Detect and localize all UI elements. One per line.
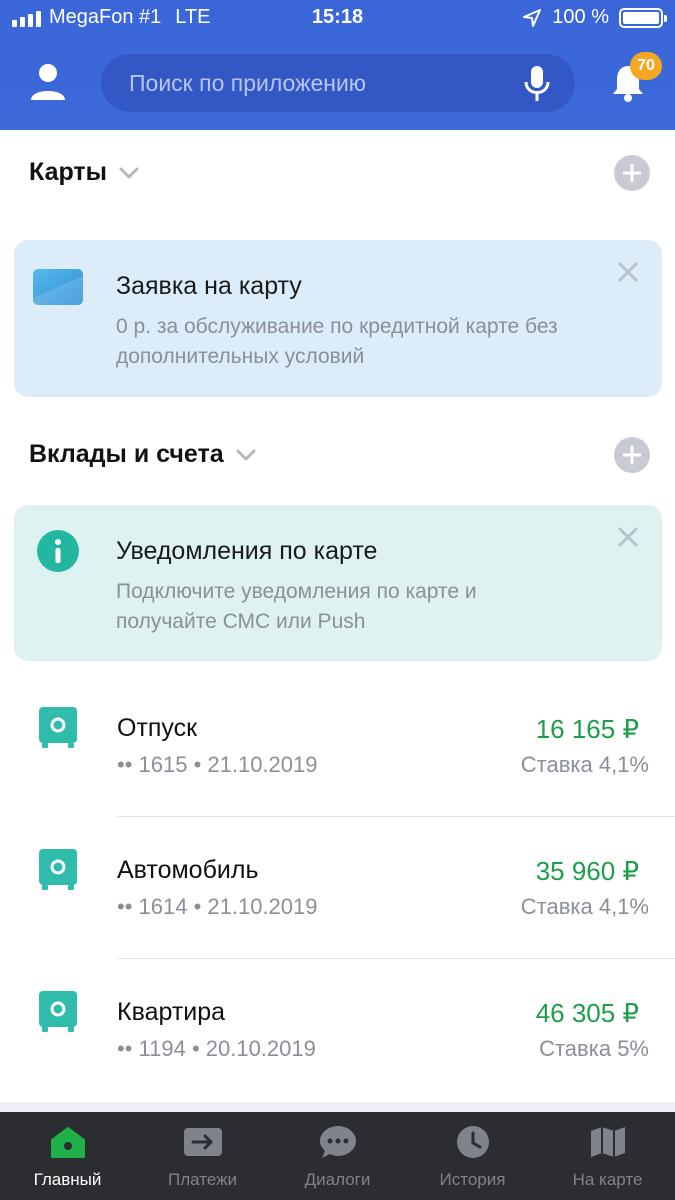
person-icon: [31, 64, 65, 100]
bottom-tab-bar: Главный Платежи Диалоги История На карте: [0, 1112, 675, 1200]
location-arrow-icon: [523, 8, 542, 27]
profile-button[interactable]: [28, 62, 68, 102]
card-application-banner[interactable]: Заявка на карту 0 р. за обслуживание по …: [14, 240, 662, 397]
deposit-name: Отпуск: [117, 714, 198, 742]
close-notifications-banner-button[interactable]: [616, 525, 640, 549]
notifications-badge: 70: [630, 52, 662, 80]
tab-label: На карте: [572, 1170, 643, 1189]
deposit-name: Квартира: [117, 998, 226, 1026]
divider: [117, 816, 675, 817]
close-icon: [618, 262, 638, 282]
deposit-rate: Ставка 4,1%: [520, 752, 649, 777]
add-card-button[interactable]: [614, 155, 650, 191]
deposit-row[interactable]: Отпуск •• 1615 • 21.10.2019 16 165 ₽ Ста…: [0, 700, 675, 842]
transfer-icon: [183, 1128, 222, 1156]
divider: [117, 958, 675, 959]
clock-icon: [456, 1126, 489, 1158]
deposit-meta: •• 1194 • 20.10.2019: [117, 1036, 316, 1061]
search-placeholder: Поиск по приложению: [129, 70, 367, 96]
safe-icon: [39, 991, 77, 1032]
credit-card-icon: [33, 269, 83, 305]
chevron-down-icon: [119, 167, 139, 178]
deposit-rate: Ставка 4,1%: [520, 894, 649, 919]
deposit-rate: Ставка 5%: [539, 1036, 649, 1061]
card-notifications-title: Уведомления по карте: [116, 537, 378, 565]
card-application-text: 0 р. за обслуживание по кредитной карте …: [116, 315, 558, 368]
deposit-amount: 35 960 ₽: [535, 856, 639, 886]
close-card-banner-button[interactable]: [616, 260, 640, 284]
deposit-name: Автомобиль: [117, 856, 259, 884]
tab-label: Главный: [33, 1170, 102, 1189]
tab-home[interactable]: Главный: [0, 1112, 135, 1200]
info-icon: [37, 530, 79, 572]
search-input[interactable]: Поиск по приложению: [101, 54, 575, 112]
deposit-meta: •• 1614 • 21.10.2019: [117, 894, 318, 919]
deposit-amount: 46 305 ₽: [535, 998, 639, 1028]
app-header: MegaFon #1 LTE 15:18 100 % Поиск по прил…: [0, 0, 675, 130]
tab-history[interactable]: История: [405, 1112, 540, 1200]
tab-label: Платежи: [168, 1170, 237, 1189]
battery-icon: [619, 7, 667, 28]
deposits-section-title: Вклады и счета: [29, 440, 224, 468]
battery-percent: 100 %: [552, 6, 609, 28]
deposit-amount: 16 165 ₽: [535, 714, 639, 744]
tab-payments[interactable]: Платежи: [135, 1112, 270, 1200]
tab-dialogs[interactable]: Диалоги: [270, 1112, 405, 1200]
status-right: 100 %: [522, 6, 667, 29]
microphone-icon: [524, 66, 550, 101]
safe-icon: [39, 849, 77, 890]
deposit-meta: •• 1615 • 21.10.2019: [117, 752, 318, 777]
cards-section-header[interactable]: Карты: [29, 158, 139, 187]
chat-icon: [319, 1126, 356, 1158]
card-notifications-banner[interactable]: Уведомления по карте Подключите уведомле…: [14, 505, 662, 661]
deposit-row[interactable]: Автомобиль •• 1614 • 21.10.2019 35 960 ₽…: [0, 842, 675, 984]
tab-label: История: [439, 1170, 506, 1189]
safe-icon: [39, 707, 77, 748]
home-icon: [50, 1127, 85, 1158]
chevron-down-icon: [236, 449, 256, 460]
status-bar: MegaFon #1 LTE 15:18 100 %: [0, 0, 675, 40]
close-icon: [618, 527, 638, 547]
deposits-section-header[interactable]: Вклады и счета: [29, 440, 256, 469]
tabbar-separator: [0, 1102, 675, 1112]
map-icon: [590, 1127, 625, 1157]
card-application-title: Заявка на карту: [116, 272, 302, 300]
voice-search-button[interactable]: [523, 64, 551, 104]
tab-map[interactable]: На карте: [540, 1112, 675, 1200]
tab-label: Диалоги: [304, 1170, 371, 1189]
card-notifications-text: Подключите уведомления по карте и получа…: [116, 580, 477, 633]
cards-section-title: Карты: [29, 158, 108, 186]
add-deposit-button[interactable]: [614, 437, 650, 473]
